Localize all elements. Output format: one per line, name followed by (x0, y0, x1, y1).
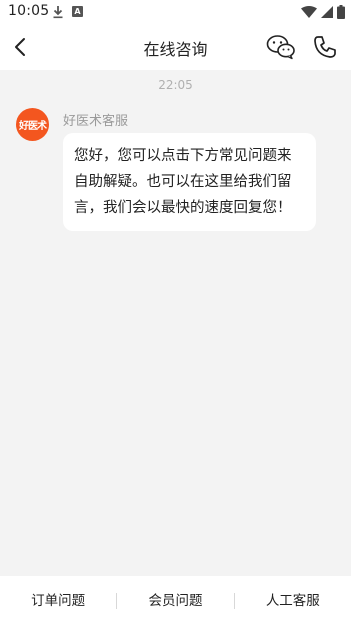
status-indicators (301, 4, 345, 20)
member-question-button[interactable]: 会员问题 (117, 592, 233, 610)
quick-question-bar: 订单问题 会员问题 人工客服 (0, 576, 351, 625)
a-badge-icon: A (72, 6, 83, 17)
app-header: 在线咨询 (0, 24, 351, 70)
status-bar: 10:05 A (0, 0, 351, 24)
order-question-button[interactable]: 订单问题 (0, 592, 116, 610)
wifi-icon (301, 6, 317, 18)
cell-signal-icon (321, 6, 333, 18)
sender-name: 好医术客服 (63, 114, 129, 129)
chat-area[interactable]: 22:05 好医术 好医术客服 您好，您可以点击下方常见问题来自助解疑。也可以在… (0, 70, 351, 576)
phone-icon[interactable] (312, 34, 338, 60)
page-title: 在线咨询 (143, 40, 208, 59)
agent-avatar: 好医术 (16, 108, 49, 141)
back-button[interactable] (6, 33, 34, 61)
chevron-left-icon (15, 38, 25, 56)
wechat-icon[interactable] (266, 34, 296, 60)
status-time: 10:05 (8, 3, 50, 19)
human-service-button[interactable]: 人工客服 (235, 592, 351, 610)
download-icon (53, 6, 63, 19)
battery-icon (337, 5, 345, 19)
avatar-logo-text: 好医术 (19, 121, 47, 132)
message-bubble: 您好，您可以点击下方常见问题来自助解疑。也可以在这里给我们留言，我们会以最快的速… (63, 133, 316, 231)
message-timestamp: 22:05 (158, 78, 193, 92)
